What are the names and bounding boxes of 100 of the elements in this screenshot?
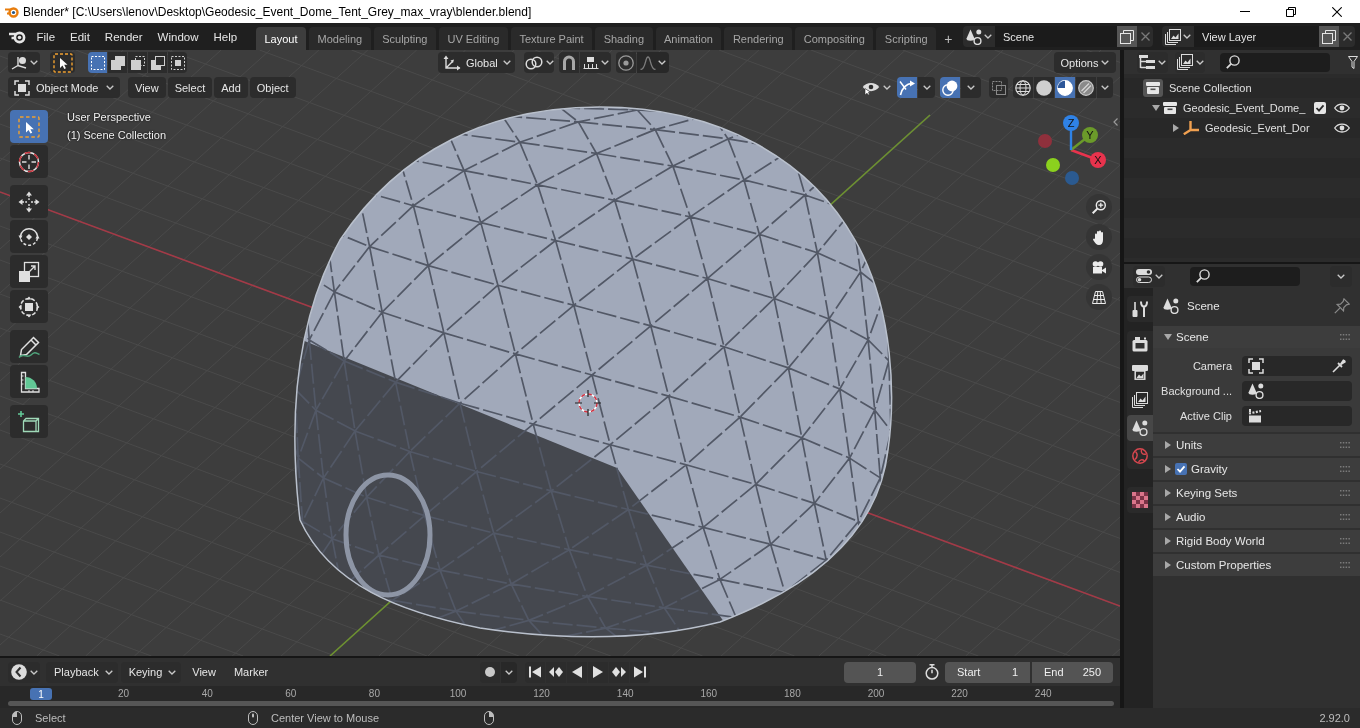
drag-handle-icon[interactable] (1340, 490, 1350, 496)
tool-button[interactable] (10, 110, 48, 143)
copy-button[interactable] (1117, 26, 1137, 47)
workspace-tab[interactable]: Compositing (795, 27, 874, 50)
xray-toggle[interactable] (989, 77, 1008, 98)
playback-button[interactable] (567, 661, 588, 683)
tool-button[interactable] (10, 365, 48, 398)
copy-button[interactable] (1319, 26, 1339, 47)
tool-button[interactable] (10, 255, 48, 288)
clip-field[interactable] (1242, 406, 1352, 426)
axis-button[interactable]: Y (1082, 127, 1098, 143)
playback-button[interactable] (609, 661, 630, 683)
tool-button[interactable] (10, 330, 48, 363)
add-workspace-button[interactable]: + (939, 27, 958, 50)
options-dropdown[interactable]: Options (1054, 52, 1116, 73)
gizmo-toggle[interactable] (897, 77, 917, 98)
mode-dropdown[interactable]: Object Mode (8, 77, 120, 98)
pan-button[interactable] (1086, 224, 1112, 250)
workspace-tab[interactable]: Rendering (724, 27, 793, 50)
drag-handle-icon[interactable] (1340, 442, 1350, 448)
app-logo-icon[interactable] (9, 29, 26, 44)
keying-options-button[interactable] (501, 661, 518, 683)
tree-item-label[interactable]: Scene Collection (1169, 82, 1252, 94)
shading-mode-button[interactable] (1013, 77, 1033, 98)
drag-handle-icon[interactable] (1340, 562, 1350, 568)
panel-header[interactable]: Units (1153, 434, 1360, 456)
remove-button[interactable] (1137, 26, 1153, 47)
playhead-frame[interactable]: 1 (30, 688, 52, 700)
snap-toggle[interactable] (559, 52, 579, 73)
workspace-tab[interactable]: Texture Paint (510, 27, 593, 50)
playback-button[interactable] (588, 661, 609, 683)
camera-view-button[interactable] (1086, 254, 1112, 280)
workspace-tab[interactable]: Layout (256, 27, 307, 50)
overlays-toggle[interactable] (940, 77, 960, 98)
current-frame-field[interactable]: 1 (844, 661, 916, 683)
sidebar-toggle-icon[interactable] (1113, 118, 1118, 126)
negative-axis-icon[interactable] (1046, 158, 1060, 172)
workspace-tab[interactable]: UV Editing (438, 27, 508, 50)
scene-name-field[interactable]: Scene (995, 26, 1117, 47)
cursor-crosshair-icon[interactable] (574, 389, 602, 417)
menu-item[interactable]: Add (214, 77, 248, 98)
disclosure-triangle-icon[interactable] (1151, 105, 1160, 111)
options-dropdown-button[interactable] (1330, 265, 1352, 287)
geodesic-dome-drawing[interactable] (294, 106, 893, 638)
pin-icon[interactable] (1334, 297, 1350, 314)
menu-item[interactable]: Window (150, 27, 206, 46)
snap-target-dropdown[interactable] (580, 52, 611, 73)
tool-button[interactable] (10, 185, 48, 218)
start-frame-field[interactable]: Start 1 (945, 661, 1030, 683)
selection-mode-button[interactable] (108, 52, 127, 73)
menu-item[interactable]: Help (206, 27, 245, 46)
playback-button[interactable] (546, 661, 567, 683)
eyedropper-icon[interactable] (1332, 359, 1346, 373)
playback-button[interactable] (630, 661, 651, 683)
stopwatch-icon[interactable] (925, 664, 939, 680)
workspace-tab[interactable]: Sculpting (373, 27, 436, 50)
menu-item[interactable]: Select (167, 77, 213, 98)
selection-mode-button[interactable] (128, 52, 147, 73)
falloff-dropdown[interactable] (637, 52, 669, 73)
tool-button[interactable] (10, 405, 48, 438)
display-mode-button[interactable] (1137, 51, 1168, 73)
remove-button[interactable] (1339, 26, 1355, 47)
tool-button[interactable] (10, 290, 48, 323)
shading-mode-button[interactable] (1076, 77, 1096, 98)
menu-dropdown[interactable]: Playback (46, 661, 118, 683)
overlays-options-button[interactable] (961, 77, 981, 98)
active-tool-button[interactable] (50, 52, 75, 73)
menu-item[interactable]: View (128, 77, 166, 98)
menu-item[interactable]: View (185, 666, 223, 678)
menu-item[interactable]: Marker (226, 666, 276, 678)
view-layer-browse-button[interactable] (1162, 26, 1194, 47)
shading-mode-button[interactable] (1034, 77, 1054, 98)
menu-item[interactable]: Object (249, 77, 296, 98)
view-layer-button[interactable] (1175, 51, 1205, 73)
perspective-toggle-button[interactable] (1086, 284, 1112, 310)
editor-type-button[interactable] (1133, 265, 1165, 287)
panel-header[interactable]: Scene (1153, 326, 1360, 348)
tool-button[interactable] (10, 145, 48, 178)
playback-button[interactable] (525, 661, 546, 683)
axis-button[interactable]: Z (1063, 115, 1079, 131)
menu-item[interactable]: Edit (62, 27, 98, 46)
editor-type-button[interactable] (8, 52, 40, 73)
panel-header[interactable]: Audio (1153, 506, 1360, 528)
shading-mode-button[interactable] (1055, 77, 1075, 98)
menu-dropdown[interactable]: Keying (120, 661, 182, 683)
proportional-editing-toggle[interactable] (616, 52, 636, 73)
filter-icon[interactable] (1348, 55, 1358, 69)
menu-item[interactable]: File (29, 27, 63, 46)
panel-header[interactable]: Gravity (1153, 458, 1360, 480)
panel-header[interactable]: Custom Properties (1153, 554, 1360, 576)
gizmo-options-button[interactable] (918, 77, 935, 98)
disclosure-triangle-icon[interactable] (1172, 124, 1179, 132)
tree-item-label[interactable]: Geodesic_Event_Dome_ (1183, 102, 1306, 114)
selection-mode-button[interactable] (88, 52, 107, 73)
scene-browse-button[interactable] (963, 26, 995, 47)
view-layer-name-field[interactable]: View Layer (1194, 26, 1319, 47)
orientation-dropdown[interactable]: Global (438, 52, 515, 73)
search-field[interactable] (1220, 52, 1330, 72)
checkbox[interactable] (1175, 463, 1187, 475)
restore-icon[interactable] (1286, 6, 1296, 17)
